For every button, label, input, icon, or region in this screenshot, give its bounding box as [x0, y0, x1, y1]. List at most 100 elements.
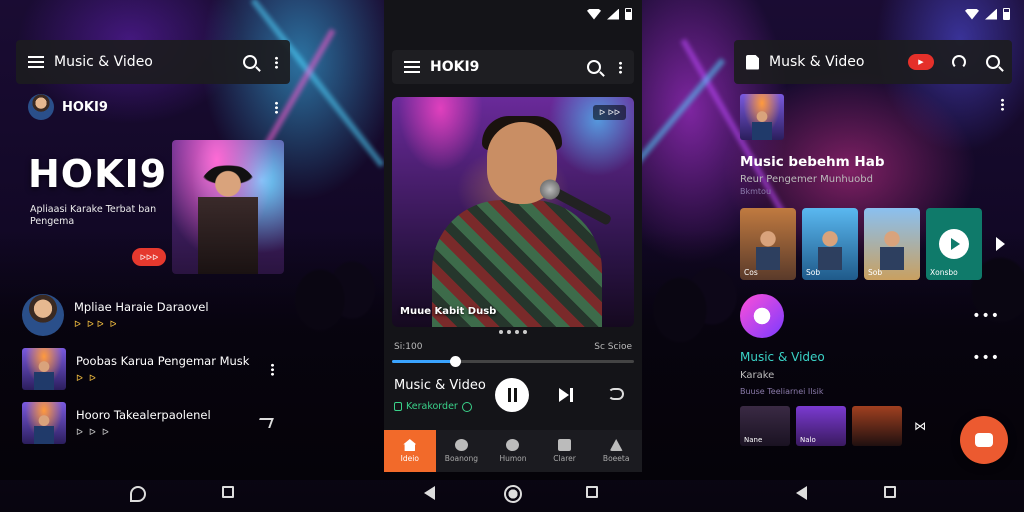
remaining-time: Sc Scioe: [594, 342, 632, 352]
system-home-button[interactable]: [504, 485, 522, 503]
seek-bar-fill: [392, 360, 455, 363]
profile-name: HOKI9: [62, 99, 108, 115]
feature-block: Music & Video Karake Buuse Teeliarnei Il…: [740, 350, 1006, 396]
home-icon: [403, 439, 417, 451]
floating-action-button[interactable]: [960, 416, 1008, 464]
list-item[interactable]: Poobas Karua Pengemar Musk ᐅ ᐅ: [16, 348, 290, 390]
search-icon: [454, 439, 468, 451]
nav-music[interactable]: Humon: [487, 430, 539, 472]
hero-badge[interactable]: ᐅᐅᐅ: [132, 248, 166, 266]
section-title: Music bebehm Hab: [740, 154, 885, 170]
section-more-icon[interactable]: [1001, 98, 1004, 111]
nav-profile[interactable]: Boeeta: [590, 430, 642, 472]
list-item[interactable]: Hooro Takealerpaolenel ᐅ ᐅ ᐅ: [16, 402, 290, 444]
chat-icon: [975, 433, 993, 447]
meta-icon: ᐅ: [76, 374, 83, 384]
elapsed-time: Si:100: [394, 342, 423, 352]
card-label: Nane: [744, 436, 763, 444]
more-options-icon[interactable]: [619, 60, 622, 74]
carousel-indicator: [499, 330, 527, 334]
nav-home[interactable]: Ideio: [384, 430, 436, 472]
item-title: Mpliae Haraie Daraovel: [74, 300, 209, 314]
hero-title: HOKI9: [28, 152, 168, 196]
card-label: Sob: [868, 268, 883, 277]
wifi-icon: [965, 8, 979, 20]
nav-library[interactable]: Clarer: [539, 430, 591, 472]
meta-icon: ᐅ: [88, 428, 96, 438]
item-thumbnail: [22, 348, 66, 390]
music-icon: [506, 439, 520, 451]
search-icon[interactable]: [587, 60, 601, 74]
meta-icon: ᐅ: [101, 428, 109, 438]
meta-icon: ᐅ: [109, 320, 117, 330]
library-icon: [558, 439, 572, 451]
search-icon[interactable]: [243, 55, 257, 69]
messenger-row: •••: [740, 294, 1006, 338]
profile-more-icon[interactable]: [275, 100, 278, 114]
video-card[interactable]: Sob: [802, 208, 858, 280]
system-back-button[interactable]: [130, 486, 146, 502]
item-more-icon[interactable]: [271, 362, 274, 376]
library-icon[interactable]: [746, 54, 759, 70]
system-back-button[interactable]: [424, 486, 440, 502]
list-item[interactable]: Mpliae Haraie Daraovel ᐅ ᐅ ᐅ ᐅ: [16, 294, 290, 336]
singer-image: [432, 116, 613, 327]
section-thumbnail[interactable]: [740, 94, 784, 140]
live-badge-icon[interactable]: ▶: [908, 54, 934, 70]
profile-icon: [609, 439, 623, 451]
center-screen: HOKI9 ᐅ ᐅᐅ Muue Kabit Dusb Si:100 Sc Sci…: [384, 0, 642, 472]
repeat-button[interactable]: [608, 388, 624, 400]
meta-icon: ᐅ: [74, 320, 81, 330]
featured-section: Music bebehm Hab Reur Pengemer Munhuobd …: [734, 84, 1012, 446]
signal-icon: [607, 8, 619, 20]
share-icon[interactable]: [256, 418, 274, 428]
nav-label: Humon: [499, 454, 527, 463]
meta-icon: ᐅ ᐅ: [86, 320, 104, 330]
video-player[interactable]: ᐅ ᐅᐅ Muue Kabit Dusb: [392, 97, 634, 327]
item-meta: ᐅ ᐅ ᐅ: [76, 428, 248, 438]
wifi-icon: [587, 8, 601, 20]
status-bar: [965, 8, 1010, 20]
bottom-navigation: Ideio Boanong Humon Clarer Boeeta: [384, 430, 642, 472]
card-label: Cos: [744, 268, 758, 277]
nav-search[interactable]: Boanong: [436, 430, 488, 472]
system-recents-button[interactable]: [586, 486, 602, 502]
time-row: Si:100 Sc Scioe: [394, 342, 632, 352]
meta-icon: ᐅ: [76, 428, 83, 438]
bowtie-icon: ⋈: [914, 419, 926, 433]
system-recents-button[interactable]: [884, 486, 900, 502]
menu-icon[interactable]: [28, 56, 44, 68]
app-title: Music & Video: [54, 54, 153, 70]
chevron-right-icon[interactable]: [996, 237, 1005, 251]
user-icon[interactable]: [952, 55, 966, 69]
play-card[interactable]: Xonsbo: [926, 208, 982, 280]
video-card[interactable]: Sob: [864, 208, 920, 280]
seek-bar-knob[interactable]: [449, 356, 461, 367]
hero-banner[interactable]: HOKI9 Apliaasi Karake Terbat ban Pengema…: [16, 140, 290, 274]
search-icon[interactable]: [986, 55, 1000, 69]
karaoke-icon: [394, 402, 402, 411]
video-card[interactable]: Cos: [740, 208, 796, 280]
messenger-icon[interactable]: [740, 294, 784, 338]
avatar[interactable]: [28, 94, 54, 120]
feature-more-icon[interactable]: •••: [972, 350, 1000, 396]
seek-bar[interactable]: [392, 356, 634, 367]
video-badge: ᐅ ᐅᐅ: [593, 105, 626, 120]
feature-title: Music & Video: [740, 350, 825, 364]
item-title: Poobas Karua Pengemar Musk: [76, 354, 250, 368]
mini-card[interactable]: Nane: [740, 406, 790, 446]
row-more-icon[interactable]: •••: [972, 308, 1000, 324]
mini-card[interactable]: Nalo: [796, 406, 846, 446]
verified-icon: [461, 401, 472, 412]
next-button[interactable]: [559, 388, 573, 402]
center-app-bar: HOKI9: [392, 50, 634, 84]
menu-icon[interactable]: [404, 61, 420, 73]
item-title: Hooro Takealerpaolenel: [76, 408, 211, 422]
more-options-icon[interactable]: [275, 55, 278, 69]
nav-label: Boeeta: [602, 454, 630, 463]
mini-card[interactable]: [852, 406, 902, 446]
system-back-button[interactable]: [796, 486, 812, 502]
pause-button[interactable]: [495, 378, 529, 412]
item-meta: ᐅ ᐅ: [76, 374, 261, 384]
system-recents-button[interactable]: [222, 486, 238, 502]
